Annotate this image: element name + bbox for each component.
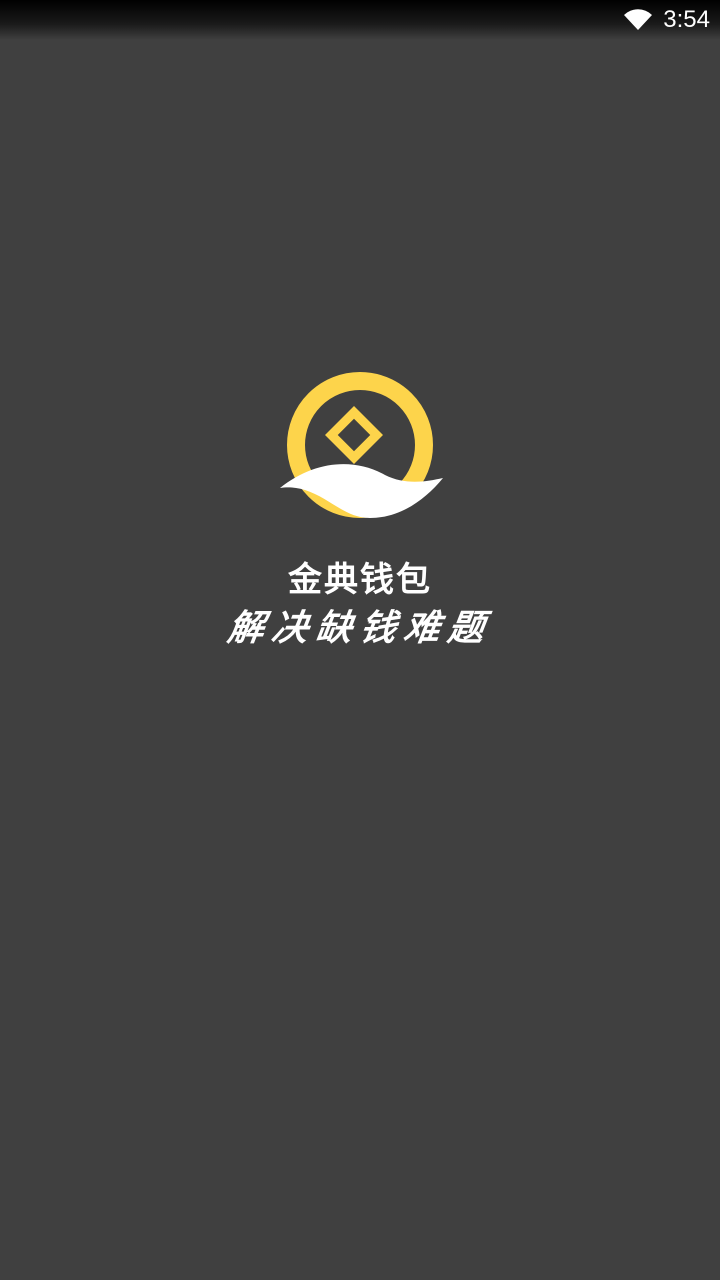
splash-screen: 3:54 金典钱包 解决缺钱难题	[0, 0, 720, 1280]
splash-content: 金典钱包 解决缺钱难题	[0, 370, 720, 650]
status-bar: 3:54	[0, 0, 720, 40]
status-icons: 3:54	[623, 0, 710, 40]
app-name: 金典钱包	[288, 560, 432, 600]
coin-wave-logo-icon	[275, 370, 445, 530]
wifi-icon	[623, 8, 653, 32]
status-clock: 3:54	[663, 6, 710, 33]
slogan: 解决缺钱难题	[225, 607, 495, 649]
